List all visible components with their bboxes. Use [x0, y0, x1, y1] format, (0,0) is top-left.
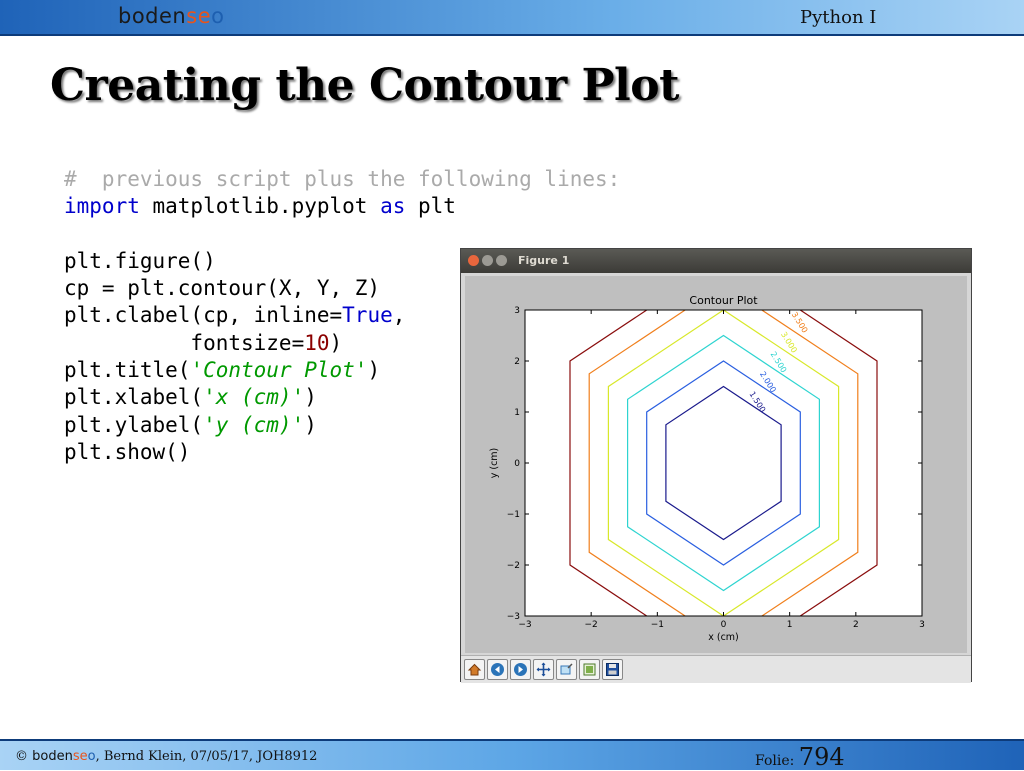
header-bar: bodenseo Python I: [0, 0, 1024, 36]
y-tick-label: 3: [514, 306, 520, 316]
x-tick-label: −2: [585, 620, 598, 630]
figure-toolbar: [461, 655, 971, 683]
y-tick-label: −1: [507, 510, 520, 520]
slide-title: Creating the Contour Plot: [50, 60, 679, 111]
y-tick-label: 2: [514, 357, 520, 367]
y-tick-label: −2: [507, 561, 520, 571]
x-tick-label: 2: [853, 620, 859, 630]
contour-plot: 1.5002.0002.5003.0003.5004.000−3 −2 −1 0 1 2 3…: [489, 290, 925, 643]
window-title: Figure 1: [518, 254, 570, 267]
x-tick-label: 1: [787, 620, 793, 630]
code-comment: # previous script plus the following lin…: [64, 167, 621, 191]
forward-icon[interactable]: [510, 659, 531, 680]
configure-subplots-icon[interactable]: [579, 659, 600, 680]
x-tick-label: −3: [518, 620, 531, 630]
footer-copyright: © bodenseo, Bernd Klein, 07/05/17, JOH89…: [15, 749, 318, 764]
bodenseo-logo: bodenseo: [118, 4, 225, 28]
course-name: Python I: [800, 7, 877, 28]
save-icon[interactable]: [602, 659, 623, 680]
window-close-button[interactable]: [468, 255, 479, 266]
slide-number: Folie: 794: [755, 743, 845, 771]
home-icon[interactable]: [464, 659, 485, 680]
plot-canvas[interactable]: 1.500 2.000 2.500 3.000 3.500 4.000 −3 −2 −1 0 1 2 3…: [465, 276, 967, 653]
zoom-icon[interactable]: [556, 659, 577, 680]
footer-bar: © bodenseo, Bernd Klein, 07/05/17, JOH89…: [0, 739, 1024, 771]
y-tick-label: 1: [514, 408, 520, 418]
chart-title: Contour Plot: [689, 294, 758, 307]
window-minimize-button[interactable]: [482, 255, 493, 266]
plot-area: [525, 310, 922, 616]
y-tick-label: 0: [514, 459, 520, 469]
y-axis-label: y (cm): [489, 448, 500, 479]
y-tick-label: −3: [507, 612, 520, 622]
x-tick-label: 0: [721, 620, 727, 630]
x-tick-label: 3: [919, 620, 925, 630]
figure-window: Figure 1 1.500 2.000 2.500 3.000 3.500 4.000−…: [460, 248, 972, 683]
pan-icon[interactable]: [533, 659, 554, 680]
x-tick-label: −1: [651, 620, 664, 630]
window-maximize-button[interactable]: [496, 255, 507, 266]
window-titlebar[interactable]: Figure 1: [461, 249, 971, 273]
x-axis-label: x (cm): [708, 632, 739, 643]
back-icon[interactable]: [487, 659, 508, 680]
